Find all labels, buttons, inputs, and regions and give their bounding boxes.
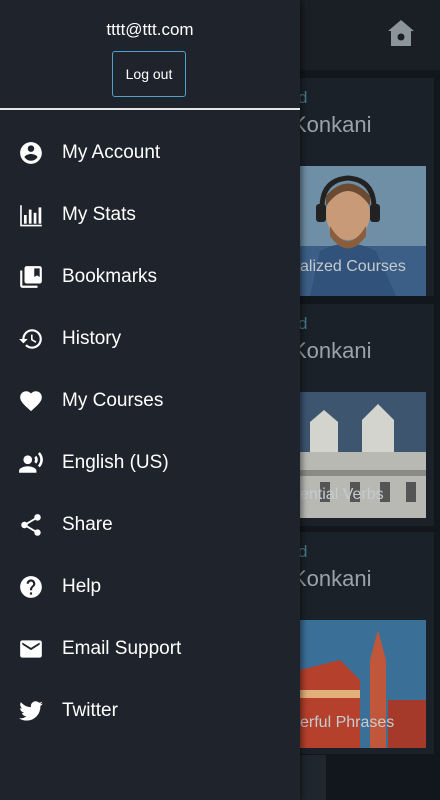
menu-item-my-stats[interactable]: My Stats xyxy=(0,184,300,246)
logout-button[interactable]: Log out xyxy=(112,51,186,97)
card-title: Konkani xyxy=(292,112,372,137)
twitter-icon xyxy=(17,697,45,725)
history-icon xyxy=(17,325,45,353)
menu-item-twitter[interactable]: Twitter xyxy=(0,680,300,742)
course-card[interactable]: d Konkani erful Phrases xyxy=(292,532,434,754)
card-caption: erful Phrases xyxy=(300,714,395,731)
home-icon[interactable] xyxy=(386,18,416,48)
menu-item-help[interactable]: Help xyxy=(0,556,300,618)
menu-item-label: Bookmarks xyxy=(62,266,158,287)
bookmarks-icon xyxy=(17,263,45,291)
menu-item-label: My Courses xyxy=(62,390,164,411)
course-card[interactable]: d Konkani alized Courses xyxy=(292,78,434,296)
menu-item-label: My Stats xyxy=(62,204,136,225)
menu-item-language[interactable]: English (US) xyxy=(0,432,300,494)
account-email: tttt@ttt.com xyxy=(106,20,194,39)
card-title: Konkani xyxy=(292,338,372,363)
menu-item-label: Email Support xyxy=(62,638,182,659)
bottom-strip xyxy=(300,755,326,800)
menu-item-label: English (US) xyxy=(62,452,169,473)
speaking-person-icon xyxy=(17,449,45,477)
menu-item-my-account[interactable]: My Account xyxy=(0,122,300,184)
account-circle-icon xyxy=(17,139,45,167)
menu-item-email-support[interactable]: Email Support xyxy=(0,618,300,680)
menu-item-history[interactable]: History xyxy=(0,308,300,370)
card-image xyxy=(300,166,426,296)
drawer-menu: My Account My Stats Bookmarks History My xyxy=(0,122,300,742)
menu-item-label: Twitter xyxy=(62,700,118,721)
menu-item-label: History xyxy=(62,328,122,349)
email-icon xyxy=(17,635,45,663)
divider xyxy=(0,108,300,110)
menu-item-label: My Account xyxy=(62,142,161,163)
card-title: Konkani xyxy=(292,566,372,591)
card-caption: ential Verbs xyxy=(300,486,384,503)
menu-item-label: Share xyxy=(62,514,113,535)
menu-item-bookmarks[interactable]: Bookmarks xyxy=(0,246,300,308)
menu-item-share[interactable]: Share xyxy=(0,494,300,556)
help-icon xyxy=(17,573,45,601)
heart-icon xyxy=(17,387,45,415)
card-caption: alized Courses xyxy=(300,258,406,275)
share-icon xyxy=(17,511,45,539)
menu-item-label: Help xyxy=(62,576,102,597)
menu-item-my-courses[interactable]: My Courses xyxy=(0,370,300,432)
navigation-drawer: tttt@ttt.com Log out My Account My Stats… xyxy=(0,0,300,800)
stats-bars-icon xyxy=(17,201,45,229)
course-card[interactable]: d Konkani ential Verbs xyxy=(292,304,434,526)
